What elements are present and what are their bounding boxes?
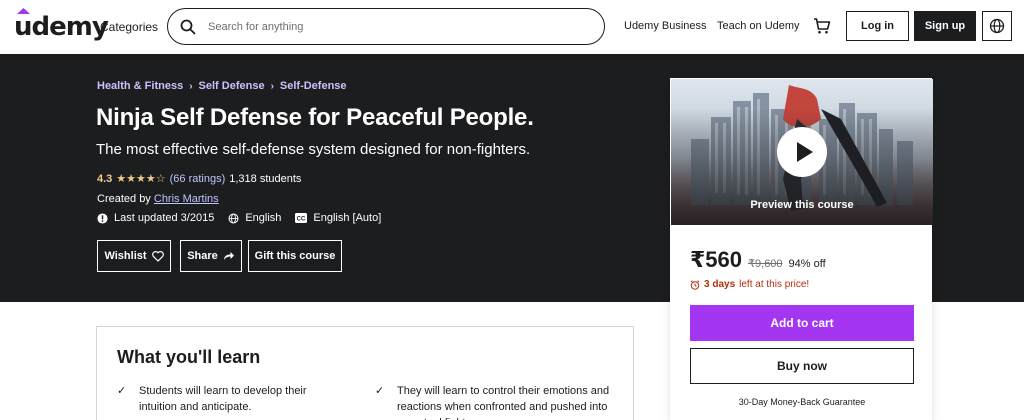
learn-item-text: They will learn to control their emotion… — [397, 385, 610, 420]
svg-text:CC: CC — [297, 217, 306, 223]
course-title: Ninja Self Defense for Peaceful People. — [96, 104, 534, 131]
udemy-logo[interactable]: udemy — [14, 8, 109, 42]
top-header: udemy Categories Udemy Business Teach on… — [0, 0, 1024, 54]
buy-now-button[interactable]: Buy now — [690, 348, 914, 384]
created-by: Created by Chris Martins — [97, 193, 219, 205]
course-preview[interactable]: Preview this course — [671, 79, 933, 225]
play-button[interactable] — [777, 127, 827, 177]
share-arrow-icon — [223, 252, 234, 260]
gift-course-button[interactable]: Gift this course — [248, 240, 342, 272]
rating-value: 4.3 — [97, 172, 113, 185]
captions-text: English [Auto] — [313, 212, 382, 224]
ratings-count[interactable]: (66 ratings) — [170, 173, 226, 185]
wishlist-label: Wishlist — [104, 250, 147, 262]
breadcrumb-item-self-defense-topic[interactable]: Self-Defense — [280, 80, 347, 92]
money-back-guarantee: 30-Day Money-Back Guarantee — [738, 397, 866, 407]
what-you-learn-box: What you'll learn ✓ Students will learn … — [96, 326, 634, 420]
language: English — [228, 212, 281, 224]
breadcrumb-item-self-defense[interactable]: Self Defense — [199, 80, 265, 92]
search-input[interactable] — [208, 17, 588, 37]
list-item: ✓ They will learn to control their emoti… — [375, 383, 613, 420]
search-icon[interactable] — [180, 19, 196, 35]
alarm-clock-icon — [690, 279, 700, 290]
instructor-link[interactable]: Chris Martins — [154, 193, 219, 205]
share-label: Share — [187, 250, 218, 262]
purchase-card: Preview this course ₹560 ₹9,600 94% off … — [670, 78, 933, 420]
last-updated-text: Last updated 3/2015 — [114, 212, 215, 224]
nav-teach-on-udemy[interactable]: Teach on Udemy — [717, 20, 800, 32]
price-timer: 3 days left at this price! — [690, 279, 809, 290]
last-updated: Last updated 3/2015 — [97, 212, 214, 224]
timer-text: left at this price! — [739, 279, 810, 290]
current-price: ₹560 — [690, 247, 743, 272]
rating-row: 4.3 ★★★★☆ (66 ratings) 1,318 students — [97, 172, 302, 186]
list-item: ✓ Students will learn to develop their i… — [117, 383, 337, 415]
logo-hat-icon — [17, 8, 30, 14]
signup-button[interactable]: Sign up — [914, 11, 976, 41]
created-by-label: Created by — [97, 193, 151, 205]
learn-title: What you'll learn — [117, 347, 261, 367]
captions: CC English [Auto] — [295, 212, 381, 224]
search-bar[interactable] — [167, 8, 605, 45]
check-icon: ✓ — [117, 385, 127, 397]
price-row: ₹560 ₹9,600 94% off — [690, 247, 826, 273]
preview-label: Preview this course — [750, 199, 854, 211]
course-meta: Last updated 3/2015 English CC English [… — [97, 212, 395, 224]
breadcrumb-item-health-fitness[interactable]: Health & Fitness — [97, 80, 183, 92]
check-icon: ✓ — [375, 385, 385, 397]
language-button[interactable] — [982, 11, 1012, 41]
add-to-cart-button[interactable]: Add to cart — [690, 305, 914, 341]
chevron-right-icon: › — [189, 80, 193, 92]
heart-icon — [151, 250, 164, 262]
globe-icon — [989, 18, 1005, 34]
chevron-right-icon: › — [270, 80, 274, 92]
globe-icon — [228, 213, 239, 223]
nav-udemy-business[interactable]: Udemy Business — [624, 20, 707, 32]
closed-captions-icon: CC — [295, 213, 308, 223]
timer-days: 3 days — [704, 279, 736, 290]
original-price: ₹9,600 — [748, 258, 783, 270]
language-text: English — [245, 212, 282, 224]
logo-text: udemy — [14, 12, 109, 42]
wishlist-button[interactable]: Wishlist — [97, 240, 171, 272]
star-rating-icon: ★★★★☆ — [116, 173, 166, 185]
play-icon — [797, 142, 813, 162]
discount-percent: 94% off — [788, 258, 826, 270]
course-subtitle: The most effective self-defense system d… — [96, 141, 531, 158]
cart-icon[interactable] — [813, 17, 831, 35]
breadcrumb: Health & Fitness › Self Defense › Self-D… — [97, 80, 347, 92]
nav-categories[interactable]: Categories — [100, 20, 158, 34]
share-button[interactable]: Share — [180, 240, 242, 272]
students-count: 1,318 students — [229, 172, 302, 185]
login-button[interactable]: Log in — [846, 11, 909, 41]
alert-badge-icon — [97, 212, 108, 224]
learn-item-text: Students will learn to develop their int… — [139, 385, 307, 413]
